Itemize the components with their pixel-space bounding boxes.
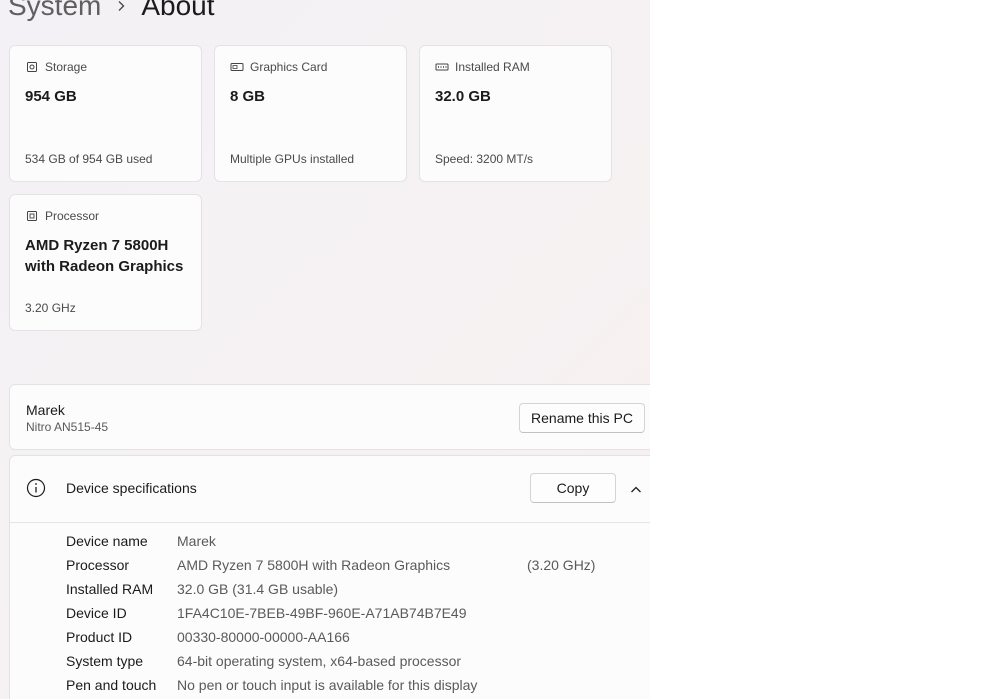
rename-pc-button[interactable]: Rename this PC	[519, 403, 645, 433]
pc-model: Nitro AN515-45	[26, 420, 109, 434]
device-specifications-panel: Device specifications Copy Device name M…	[9, 455, 650, 699]
spec-row-device-id: Device ID 1FA4C10E-7BEB-49BF-960E-A71AB7…	[66, 605, 467, 621]
installed-ram-sub: Speed: 3200 MT/s	[435, 152, 534, 166]
installed-ram-card[interactable]: Installed RAM 32.0 GB Speed: 3200 MT/s	[419, 45, 612, 182]
chevron-up-icon[interactable]	[629, 483, 643, 497]
processor-card[interactable]: Processor AMD Ryzen 7 5800H with Radeon …	[9, 194, 202, 331]
spec-row-installed-ram: Installed RAM 32.0 GB (31.4 GB usable)	[66, 581, 339, 597]
spec-row-processor: Processor AMD Ryzen 7 5800H with Radeon …	[66, 557, 596, 573]
graphics-card-card[interactable]: Graphics Card 8 GB Multiple GPUs install…	[214, 45, 407, 182]
settings-window: System About Storage 954 GB 534 GB of 95…	[0, 0, 650, 699]
device-specifications-title: Device specifications	[66, 480, 197, 496]
pc-name-panel: Marek Nitro AN515-45 Rename this PC	[9, 384, 650, 450]
processor-value-line-2: with Radeon Graphics	[25, 258, 184, 275]
graphics-card-label: Graphics Card	[250, 60, 328, 74]
spec-row-product-id: Product ID 00330-80000-00000-AA166	[66, 629, 350, 645]
copy-button[interactable]: Copy	[530, 473, 616, 503]
processor-sub: 3.20 GHz	[25, 301, 76, 315]
installed-ram-label: Installed RAM	[455, 60, 530, 74]
processor-icon	[25, 209, 39, 223]
storage-label: Storage	[45, 60, 88, 74]
info-icon	[26, 478, 46, 498]
breadcrumb: System About	[8, 0, 215, 26]
storage-value: 954 GB	[25, 88, 77, 105]
spec-row-device-name: Device name Marek	[66, 533, 216, 549]
storage-sub: 534 GB of 954 GB used	[25, 152, 153, 166]
spec-row-system-type: System type 64-bit operating system, x64…	[66, 653, 462, 669]
spec-row-pen-and-touch: Pen and touch No pen or touch input is a…	[66, 677, 478, 693]
storage-icon	[25, 60, 39, 74]
processor-speed[interactable]: (3.20 GHz)	[527, 557, 595, 573]
graphics-card-value: 8 GB	[230, 88, 266, 105]
processor-value-line-1: AMD Ryzen 7 5800H	[25, 237, 169, 254]
processor-label: Processor	[45, 209, 100, 223]
pc-name: Marek	[26, 402, 65, 418]
page-title: About	[141, 0, 215, 21]
graphics-card-sub: Multiple GPUs installed	[230, 152, 355, 166]
graphics-card-icon	[230, 60, 244, 74]
chevron-right-icon	[101, 0, 141, 12]
installed-ram-value: 32.0 GB	[435, 88, 491, 105]
breadcrumb-system[interactable]: System	[8, 0, 101, 22]
ram-icon	[435, 60, 449, 74]
storage-card[interactable]: Storage 954 GB 534 GB of 954 GB used	[9, 45, 202, 182]
device-specifications-header[interactable]: Device specifications Copy	[10, 456, 650, 523]
